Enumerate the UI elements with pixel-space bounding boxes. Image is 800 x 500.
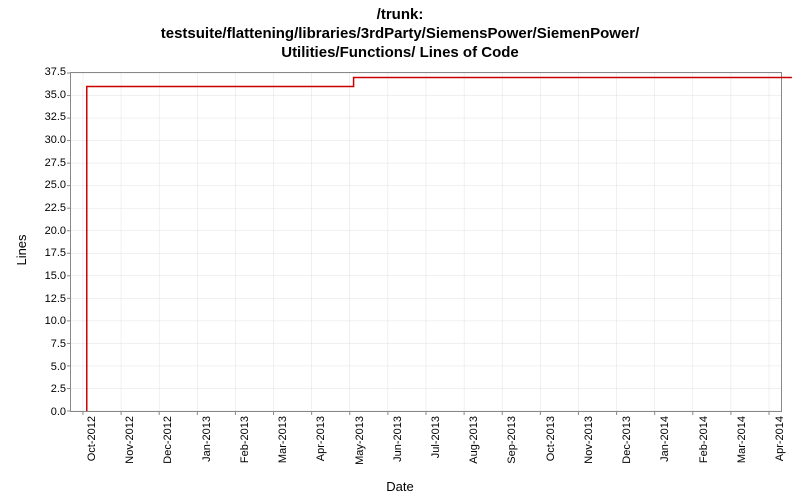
ytick-label: 25.0: [26, 179, 66, 191]
xtick-label: Mar-2014: [736, 416, 748, 463]
data-line: [87, 78, 792, 411]
xtick-label: Feb-2014: [698, 416, 710, 463]
xtick-label: Feb-2013: [239, 416, 251, 463]
ytick-label: 22.5: [26, 202, 66, 214]
title-line-2: testsuite/flattening/libraries/3rdParty/…: [161, 25, 640, 42]
ytick-label: 30.0: [26, 134, 66, 146]
xtick-label: Sep-2013: [506, 416, 518, 464]
ytick-label: 37.5: [26, 66, 66, 78]
xtick-label: Nov-2013: [583, 416, 595, 464]
ytick-label: 10.0: [26, 315, 66, 327]
xtick-label: Dec-2013: [621, 416, 633, 464]
xtick-label: Apr-2013: [315, 416, 327, 461]
ytick-label: 32.5: [26, 111, 66, 123]
xtick-label: Jun-2013: [392, 416, 404, 462]
xtick-label: Jan-2014: [659, 416, 671, 462]
ytick-label: 27.5: [26, 157, 66, 169]
xtick-label: Oct-2013: [545, 416, 557, 461]
ytick-label: 17.5: [26, 247, 66, 259]
plot-svg: [71, 73, 781, 411]
xtick-label: Mar-2013: [277, 416, 289, 463]
xtick-label: May-2013: [354, 416, 366, 465]
chart-title: /trunk: testsuite/flattening/libraries/3…: [0, 6, 800, 62]
xtick-label: Dec-2012: [162, 416, 174, 464]
xtick-label: Apr-2014: [774, 416, 786, 461]
xtick-label: Jul-2013: [430, 416, 442, 458]
ytick-label: 0.0: [26, 406, 66, 418]
ytick-label: 2.5: [26, 383, 66, 395]
title-line-1: /trunk:: [377, 6, 424, 23]
ytick-label: 7.5: [26, 338, 66, 350]
ytick-label: 15.0: [26, 270, 66, 282]
x-axis-label: Date: [0, 479, 800, 494]
xtick-label: Oct-2012: [86, 416, 98, 461]
plot-area: [70, 72, 782, 412]
chart-container: /trunk: testsuite/flattening/libraries/3…: [0, 0, 800, 500]
ytick-label: 35.0: [26, 89, 66, 101]
xtick-label: Nov-2012: [124, 416, 136, 464]
xtick-label: Aug-2013: [468, 416, 480, 464]
xtick-label: Jan-2013: [201, 416, 213, 462]
ytick-label: 20.0: [26, 225, 66, 237]
title-line-3: Utilities/Functions/ Lines of Code: [281, 44, 519, 61]
ytick-label: 12.5: [26, 293, 66, 305]
ytick-label: 5.0: [26, 361, 66, 373]
